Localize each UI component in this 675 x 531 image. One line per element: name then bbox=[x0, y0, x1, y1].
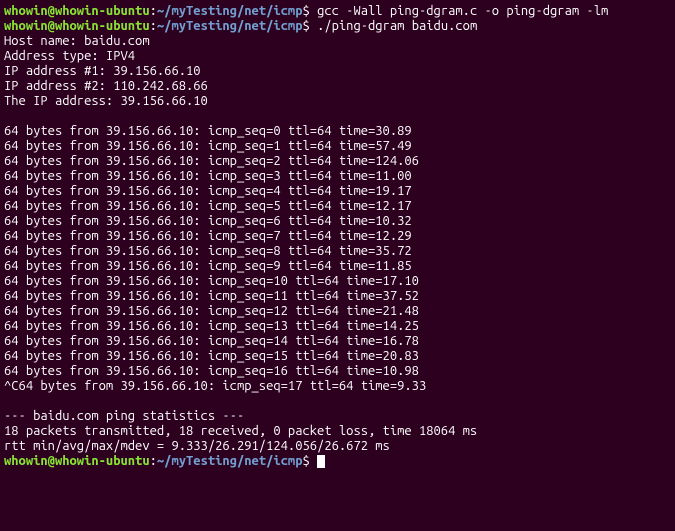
ping-reply: 64 bytes from 39.156.66.10: icmp_seq=12 … bbox=[4, 304, 671, 319]
command-1: gcc -Wall ping-dgram.c -o ping-dgram -lm bbox=[317, 4, 608, 18]
dollar: $ bbox=[303, 4, 318, 18]
ping-reply: 64 bytes from 39.156.66.10: icmp_seq=4 t… bbox=[4, 184, 671, 199]
ping-reply: 64 bytes from 39.156.66.10: icmp_seq=11 … bbox=[4, 289, 671, 304]
ping-reply: 64 bytes from 39.156.66.10: icmp_seq=6 t… bbox=[4, 214, 671, 229]
cursor bbox=[317, 455, 325, 468]
ping-reply: 64 bytes from 39.156.66.10: icmp_seq=8 t… bbox=[4, 244, 671, 259]
ping-reply: 64 bytes from 39.156.66.10: icmp_seq=5 t… bbox=[4, 199, 671, 214]
colon: : bbox=[150, 4, 157, 18]
ping-reply: 64 bytes from 39.156.66.10: icmp_seq=2 t… bbox=[4, 154, 671, 169]
stats-rtt: rtt min/avg/max/mdev = 9.333/26.291/124.… bbox=[4, 439, 671, 454]
ping-reply: 64 bytes from 39.156.66.10: icmp_seq=10 … bbox=[4, 274, 671, 289]
host-name-line: Host name: baidu.com bbox=[4, 34, 671, 49]
colon: : bbox=[150, 454, 157, 468]
dollar: $ bbox=[303, 454, 318, 468]
ping-reply: 64 bytes from 39.156.66.10: icmp_seq=3 t… bbox=[4, 169, 671, 184]
ping-reply-interrupted: ^C64 bytes from 39.156.66.10: icmp_seq=1… bbox=[4, 379, 671, 394]
cwd-path: ~/myTesting/net/icmp bbox=[157, 19, 303, 33]
prompt-line-2[interactable]: whowin@whowin-ubuntu:~/myTesting/net/icm… bbox=[4, 19, 671, 34]
dollar: $ bbox=[303, 19, 318, 33]
ping-reply: 64 bytes from 39.156.66.10: icmp_seq=13 … bbox=[4, 319, 671, 334]
stats-packets: 18 packets transmitted, 18 received, 0 p… bbox=[4, 424, 671, 439]
colon: : bbox=[150, 19, 157, 33]
cwd-path: ~/myTesting/net/icmp bbox=[157, 4, 303, 18]
ip-address-2-line: IP address #2: 110.242.68.66 bbox=[4, 79, 671, 94]
ping-reply: 64 bytes from 39.156.66.10: icmp_seq=7 t… bbox=[4, 229, 671, 244]
ping-reply: 64 bytes from 39.156.66.10: icmp_seq=14 … bbox=[4, 334, 671, 349]
ping-reply: 64 bytes from 39.156.66.10: icmp_seq=9 t… bbox=[4, 259, 671, 274]
ping-reply: 64 bytes from 39.156.66.10: icmp_seq=16 … bbox=[4, 364, 671, 379]
user-host: whowin@whowin-ubuntu bbox=[4, 19, 150, 33]
command-2: ./ping-dgram baidu.com bbox=[317, 19, 477, 33]
ping-reply: 64 bytes from 39.156.66.10: icmp_seq=0 t… bbox=[4, 124, 671, 139]
user-host: whowin@whowin-ubuntu bbox=[4, 4, 150, 18]
ping-reply: 64 bytes from 39.156.66.10: icmp_seq=1 t… bbox=[4, 139, 671, 154]
prompt-line-1[interactable]: whowin@whowin-ubuntu:~/myTesting/net/icm… bbox=[4, 4, 671, 19]
blank-line bbox=[4, 109, 671, 124]
ping-reply: 64 bytes from 39.156.66.10: icmp_seq=15 … bbox=[4, 349, 671, 364]
user-host: whowin@whowin-ubuntu bbox=[4, 454, 150, 468]
prompt-line-3[interactable]: whowin@whowin-ubuntu:~/myTesting/net/icm… bbox=[4, 454, 671, 469]
stats-header: --- baidu.com ping statistics --- bbox=[4, 409, 671, 424]
address-type-line: Address type: IPV4 bbox=[4, 49, 671, 64]
blank-line bbox=[4, 394, 671, 409]
the-ip-line: The IP address: 39.156.66.10 bbox=[4, 94, 671, 109]
ip-address-1-line: IP address #1: 39.156.66.10 bbox=[4, 64, 671, 79]
cwd-path: ~/myTesting/net/icmp bbox=[157, 454, 303, 468]
